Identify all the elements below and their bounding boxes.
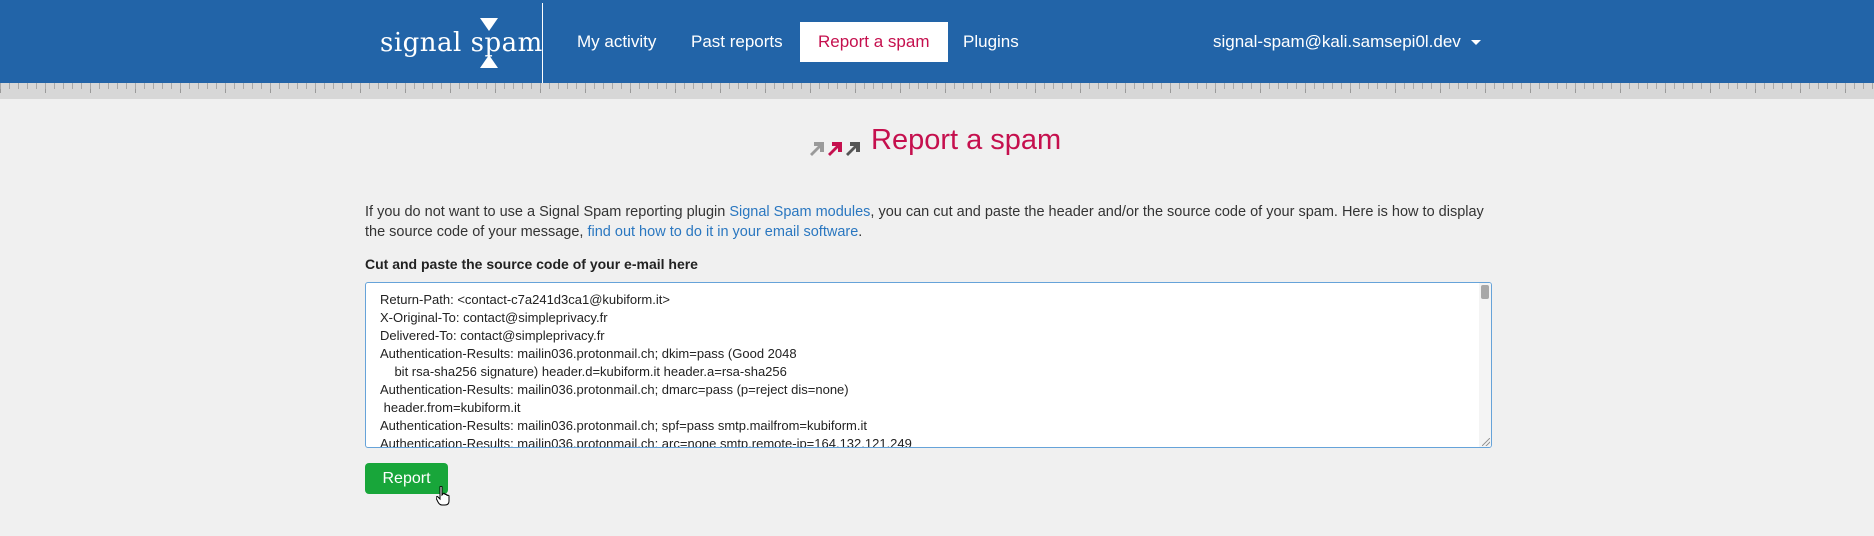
source-code-label: Cut and paste the source code of your e-… bbox=[365, 256, 698, 272]
nav-divider bbox=[542, 3, 543, 83]
source-line: Return-Path: <contact-c7a241d3ca1@kubifo… bbox=[380, 292, 670, 307]
scrollbar-thumb[interactable] bbox=[1481, 285, 1489, 299]
page-title: Report a spam bbox=[871, 124, 1062, 156]
top-navbar: signal spam My activity Past reports Rep… bbox=[0, 0, 1874, 83]
resize-handle-icon[interactable] bbox=[1482, 438, 1490, 446]
hand-pointer-cursor-icon bbox=[436, 486, 450, 506]
signal-spam-logo[interactable]: signal spam bbox=[380, 14, 543, 70]
user-email: signal-spam@kali.samsepi0l.dev bbox=[1213, 32, 1461, 51]
intro-part-1: If you do not want to use a Signal Spam … bbox=[365, 204, 730, 220]
nav-past-reports[interactable]: Past reports bbox=[691, 23, 783, 61]
nav-my-activity[interactable]: My activity bbox=[577, 23, 656, 61]
intro-text: If you do not want to use a Signal Spam … bbox=[365, 202, 1485, 242]
source-line: X-Original-To: contact@simpleprivacy.fr bbox=[380, 310, 608, 325]
nav-report-a-spam[interactable]: Report a spam bbox=[800, 22, 948, 62]
source-line: header.from=kubiform.it bbox=[380, 400, 521, 415]
source-line: Authentication-Results: mailin036.proton… bbox=[380, 382, 849, 397]
source-line: bit rsa-sha256 signature) header.d=kubif… bbox=[380, 364, 787, 379]
user-account-menu[interactable]: signal-spam@kali.samsepi0l.dev bbox=[1213, 23, 1481, 61]
dropdown-caret-icon bbox=[1470, 40, 1481, 46]
source-code-content[interactable]: Return-Path: <contact-c7a241d3ca1@kubifo… bbox=[380, 291, 1470, 448]
source-line: Authentication-Results: mailin036.proton… bbox=[380, 418, 867, 433]
source-line: Authentication-Results: mailin036.proton… bbox=[380, 436, 912, 448]
signal-spam-modules-link[interactable]: Signal Spam modules bbox=[729, 204, 870, 220]
source-line: Authentication-Results: mailin036.proton… bbox=[380, 346, 797, 361]
email-software-help-link[interactable]: find out how to do it in your email soft… bbox=[587, 224, 858, 240]
report-arrows-icon bbox=[810, 142, 860, 156]
source-code-textarea[interactable]: Return-Path: <contact-c7a241d3ca1@kubifo… bbox=[365, 282, 1492, 448]
logo-triangle-up-icon bbox=[480, 55, 498, 68]
source-line: Delivered-To: contact@simpleprivacy.fr bbox=[380, 328, 605, 343]
ruler-decoration bbox=[0, 83, 1874, 99]
logo-text: signal spam bbox=[380, 28, 543, 58]
textarea-scrollbar[interactable] bbox=[1479, 283, 1491, 447]
nav-plugins[interactable]: Plugins bbox=[963, 23, 1019, 61]
intro-part-3: . bbox=[858, 224, 863, 240]
